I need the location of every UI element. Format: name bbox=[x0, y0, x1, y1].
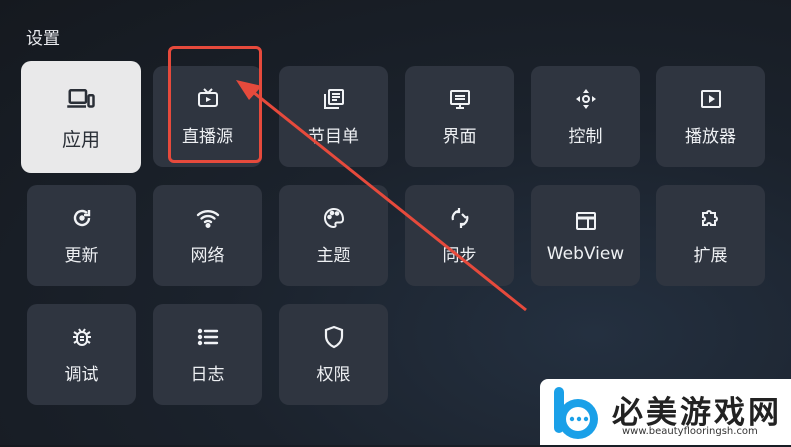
watermark: 必美游戏网 www.beautyflooringsh.com bbox=[540, 379, 791, 445]
tile-label: 节目单 bbox=[308, 127, 359, 147]
tile-label: 扩展 bbox=[693, 246, 728, 266]
shield-icon bbox=[321, 324, 347, 350]
tile-webview[interactable]: WebView bbox=[531, 185, 640, 286]
tile-epg[interactable]: 节目单 bbox=[279, 66, 388, 167]
monitor-icon bbox=[447, 86, 473, 112]
sync-icon bbox=[447, 205, 473, 231]
tile-label: 网络 bbox=[190, 246, 225, 266]
tile-label: 控制 bbox=[568, 127, 603, 147]
devices-icon bbox=[65, 83, 97, 115]
tile-player[interactable]: 播放器 bbox=[656, 66, 765, 167]
tile-permissions[interactable]: 权限 bbox=[279, 304, 388, 405]
tile-label: WebView bbox=[546, 243, 625, 264]
web-window-icon bbox=[573, 208, 599, 234]
list-icon bbox=[195, 324, 221, 350]
tile-theme[interactable]: 主题 bbox=[279, 185, 388, 286]
tile-update[interactable]: 更新 bbox=[27, 185, 136, 286]
tile-label: 界面 bbox=[442, 127, 477, 147]
tile-label: 调试 bbox=[64, 365, 99, 385]
library-icon bbox=[321, 86, 347, 112]
palette-icon bbox=[321, 205, 347, 231]
tile-apps[interactable]: 应用 bbox=[21, 61, 141, 173]
tile-network[interactable]: 网络 bbox=[153, 185, 262, 286]
tile-sync[interactable]: 同步 bbox=[405, 185, 514, 286]
bug-icon bbox=[69, 324, 95, 350]
tile-extensions[interactable]: 扩展 bbox=[656, 185, 765, 286]
puzzle-icon bbox=[698, 205, 724, 231]
tile-label: 权限 bbox=[316, 365, 351, 385]
tile-label: 应用 bbox=[61, 128, 100, 151]
tile-label: 播放器 bbox=[685, 127, 736, 147]
play-box-icon bbox=[698, 86, 724, 112]
dpad-icon bbox=[573, 86, 599, 112]
watermark-logo-icon bbox=[548, 385, 606, 443]
tile-control[interactable]: 控制 bbox=[531, 66, 640, 167]
tile-label: 主题 bbox=[316, 246, 351, 266]
refresh-icon bbox=[69, 205, 95, 231]
tile-interface[interactable]: 界面 bbox=[405, 66, 514, 167]
page-title: 设置 bbox=[26, 29, 60, 49]
annotation-highlight-box bbox=[168, 46, 262, 163]
tile-debug[interactable]: 调试 bbox=[27, 304, 136, 405]
wifi-icon bbox=[195, 205, 221, 231]
tile-log[interactable]: 日志 bbox=[153, 304, 262, 405]
tile-label: 日志 bbox=[190, 365, 225, 385]
tile-label: 更新 bbox=[64, 246, 99, 266]
watermark-url: www.beautyflooringsh.com bbox=[622, 426, 758, 437]
tile-label: 同步 bbox=[442, 246, 477, 266]
